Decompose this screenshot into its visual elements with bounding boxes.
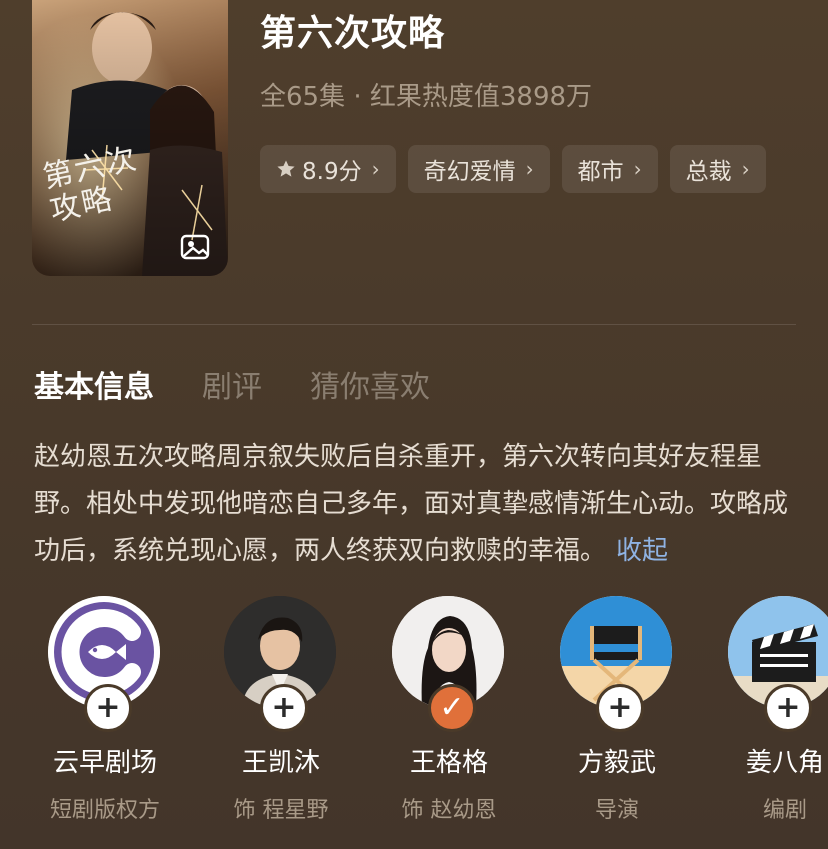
- collapse-link[interactable]: 收起: [616, 536, 668, 566]
- person-role: 饰 程星野: [233, 798, 329, 823]
- section-divider: [32, 324, 796, 325]
- follow-button[interactable]: +: [764, 684, 812, 732]
- follow-button[interactable]: +: [84, 684, 132, 732]
- detail-tabs: 基本信息 剧评 猜你喜欢: [34, 362, 430, 406]
- rating-tag[interactable]: 8.9分 ›: [260, 145, 396, 193]
- genre-tag-ceo[interactable]: 总裁 ›: [669, 145, 766, 193]
- person-name: 王格格: [409, 748, 488, 778]
- person-name: 王凯沐: [241, 748, 320, 778]
- tab-recommendations[interactable]: 猜你喜欢: [310, 362, 430, 406]
- chevron-right-icon: ›: [525, 157, 534, 181]
- followed-badge[interactable]: ✓: [428, 684, 476, 732]
- person-role: 短剧版权方: [49, 798, 160, 823]
- star-icon: [277, 160, 295, 177]
- chevron-right-icon: ›: [741, 157, 750, 181]
- genre-tag-urban[interactable]: 都市 ›: [561, 145, 658, 193]
- person-name: 方毅武: [577, 748, 656, 778]
- tag-label: 都市: [577, 159, 624, 185]
- genre-tag-fantasy-romance[interactable]: 奇幻爱情 ›: [407, 145, 550, 193]
- poster-image[interactable]: 第六次攻略: [32, 0, 228, 276]
- synopsis-text: 赵幼恩五次攻略周京叙失败后自杀重开，第六次转向其好友程星野。相处中发现他暗恋自己…: [34, 442, 789, 566]
- tab-reviews[interactable]: 剧评: [202, 362, 262, 406]
- synopsis: 赵幼恩五次攻略周京叙失败后自杀重开，第六次转向其好友程星野。相处中发现他暗恋自己…: [34, 434, 804, 575]
- rating-label: 8.9分: [302, 159, 362, 185]
- cast-crew-carousel[interactable]: + 云早剧场 短剧版权方 + 王凯沐 饰 程星野 ✓ 王格格 饰 赵幼恩 + 方…: [0, 596, 828, 849]
- chevron-right-icon: ›: [371, 157, 380, 181]
- show-meta: 全65集 · 红果热度值3898万: [260, 82, 593, 112]
- person-role: 导演: [594, 798, 639, 823]
- show-title: 第六次攻略: [260, 13, 446, 54]
- person-name: 云早剧场: [52, 748, 157, 778]
- follow-button[interactable]: +: [260, 684, 308, 732]
- follow-button[interactable]: +: [596, 684, 644, 732]
- person-role: 饰 赵幼恩: [401, 798, 497, 823]
- gallery-icon[interactable]: [180, 232, 210, 262]
- tag-row: 8.9分 › 奇幻爱情 › 都市 › 总裁 ›: [260, 145, 766, 193]
- tab-basic-info[interactable]: 基本信息: [34, 362, 154, 406]
- person-role: 编剧: [762, 798, 807, 823]
- chevron-right-icon: ›: [633, 157, 642, 181]
- tag-label: 总裁: [685, 159, 732, 185]
- drama-detail-page: 第六次攻略 第六次攻略 全65集 · 红果热度值3898万 8.9分 › 奇幻爱…: [0, 0, 828, 849]
- person-name: 姜八角: [745, 748, 824, 778]
- tag-label: 奇幻爱情: [423, 159, 516, 185]
